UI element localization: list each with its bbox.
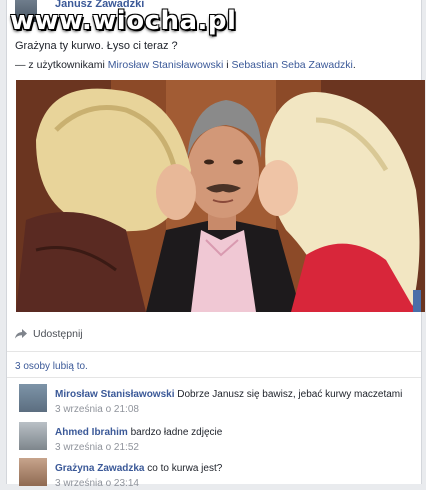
tagged-user-link[interactable]: Sebastian Seba Zawadzki — [231, 59, 352, 71]
likes-count[interactable]: 3 osoby lubią to. — [15, 361, 88, 372]
share-arrow-icon — [15, 329, 27, 339]
tagged-suffix: . — [352, 59, 356, 71]
comment-author[interactable]: Ahmed Ibrahim — [55, 427, 128, 438]
tagged-user-link[interactable]: Mirosław Stanisławowski — [108, 59, 224, 71]
tagged-users-line: — z użytkownikami Mirosław Stanisławowsk… — [15, 59, 356, 71]
post-photo[interactable] — [16, 80, 425, 312]
comment-item: Ahmed Ibrahim bardzo ładne zdjęcie 3 wrz… — [15, 418, 415, 454]
facebook-post: Janusz Zawadzki Grażyna ty kurwo. Łyso c… — [6, 0, 425, 489]
share-label: Udostępnij — [33, 328, 83, 340]
divider — [7, 377, 421, 378]
divider — [7, 351, 421, 352]
commenter-avatar[interactable] — [19, 458, 47, 486]
site-watermark: www.wiocha.pl — [10, 6, 237, 36]
post-text: Grażyna ty kurwo. Łyso ci teraz ? — [15, 40, 178, 52]
comment-author[interactable]: Grażyna Zawadzka — [55, 463, 144, 474]
photo-next-arrow[interactable] — [413, 290, 421, 312]
share-button[interactable]: Udostępnij — [15, 328, 83, 340]
comment-item: Grażyna Zawadzka co to kurwa jest? 3 wrz… — [15, 454, 415, 490]
comment-text: Dobrze Janusz się bawisz, jebać kurwy ma… — [177, 389, 403, 400]
comment-item: Mirosław Stanisławowski Dobrze Janusz si… — [15, 380, 415, 416]
commenter-avatar[interactable] — [19, 422, 47, 450]
tagged-prefix: — z użytkownikami — [15, 59, 108, 71]
comment-author[interactable]: Mirosław Stanisławowski — [55, 389, 174, 400]
comment-timestamp[interactable]: 3 września o 21:52 — [55, 442, 139, 453]
comment-timestamp[interactable]: 3 września o 21:08 — [55, 404, 139, 415]
commenter-avatar[interactable] — [19, 384, 47, 412]
photo-illustration — [16, 80, 425, 312]
comment-text: bardzo ładne zdjęcie — [130, 427, 223, 438]
comment-text: co to kurwa jest? — [147, 463, 223, 474]
